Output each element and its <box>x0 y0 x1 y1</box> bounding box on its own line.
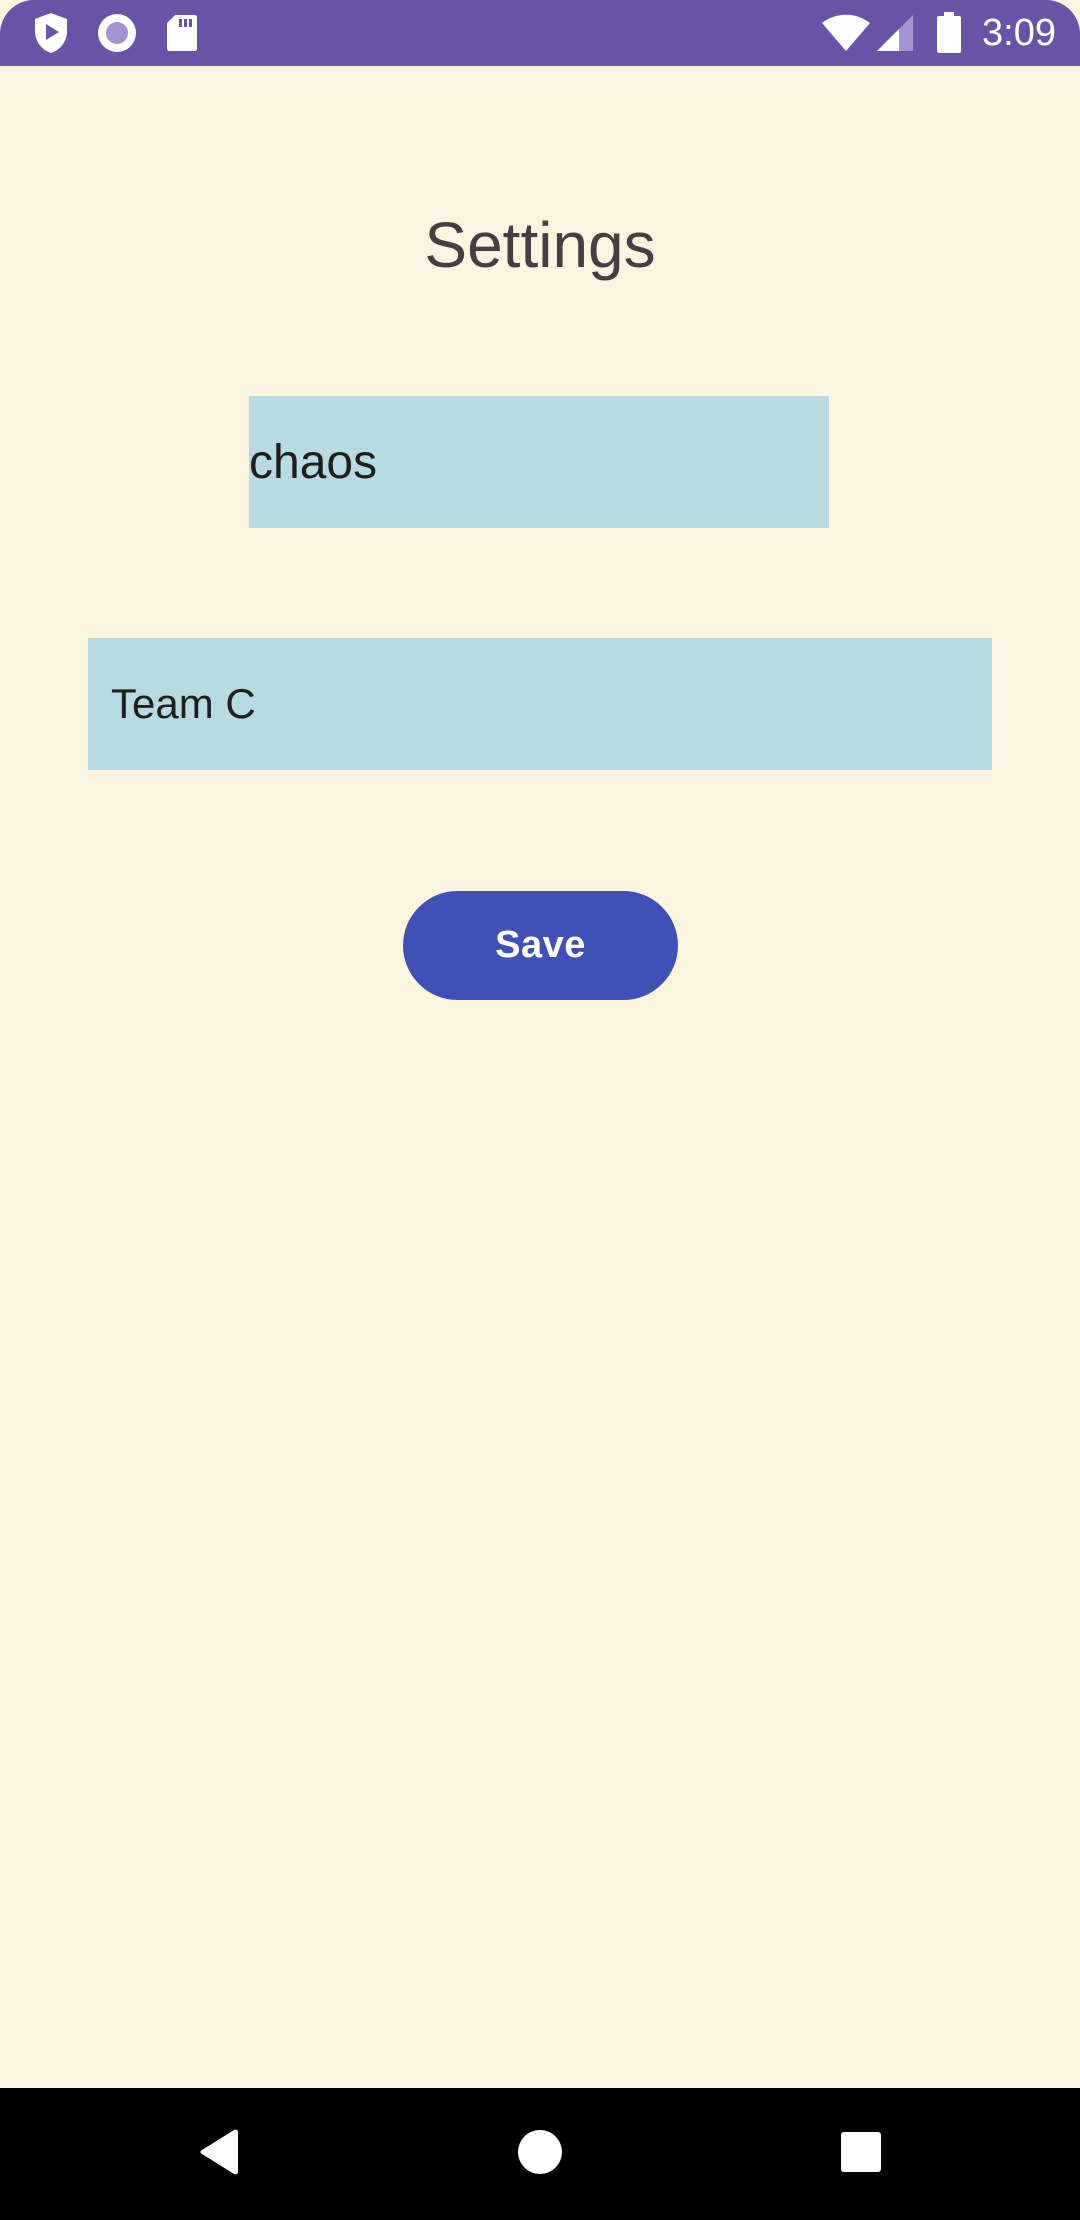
team-field[interactable]: Team C <box>88 638 992 770</box>
recents-icon <box>840 2131 882 2178</box>
cell-signal-icon <box>874 0 916 66</box>
record-circle-icon <box>94 0 140 66</box>
navigation-bar <box>0 2088 1080 2220</box>
save-button-label: Save <box>495 924 586 966</box>
status-time: 3:09 <box>982 12 1056 54</box>
nickname-value: chaos <box>249 435 378 489</box>
home-button[interactable] <box>470 2088 610 2220</box>
team-value: Team C <box>111 680 256 727</box>
sd-card-icon <box>162 0 202 66</box>
back-icon <box>198 2128 242 2181</box>
shield-play-icon <box>28 0 74 66</box>
home-icon <box>517 2129 563 2180</box>
status-bar: 3:09 <box>0 0 1080 66</box>
back-button[interactable] <box>150 2088 290 2220</box>
wifi-icon <box>818 0 874 66</box>
nickname-field[interactable]: chaos <box>249 396 829 528</box>
battery-icon <box>934 0 964 66</box>
save-button[interactable]: Save <box>403 891 678 1000</box>
recents-button[interactable] <box>791 2088 931 2220</box>
page-title: Settings <box>424 209 656 281</box>
